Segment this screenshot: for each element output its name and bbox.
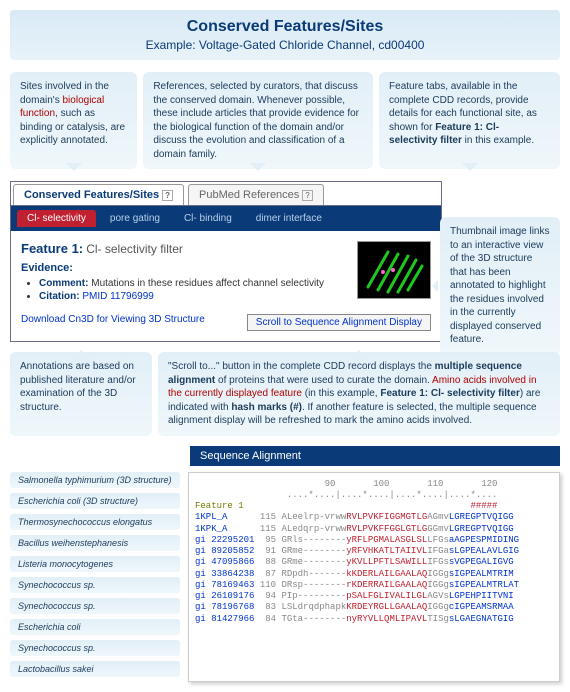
feature-number: Feature 1: (21, 241, 83, 256)
species-item: Synechococcus sp. (10, 577, 180, 593)
species-item: Escherichia coli (10, 619, 180, 635)
species-item: Listeria monocytogenes (10, 556, 180, 572)
alignment-display: 90 100 110 120 ....*....|....*....|....*… (188, 472, 560, 682)
help-icon[interactable]: ? (162, 190, 173, 201)
scroll-to-alignment-button[interactable]: Scroll to Sequence Alignment Display (247, 314, 431, 331)
page-subtitle: Example: Voltage-Gated Chloride Channel,… (18, 38, 552, 52)
species-item: Synechococcus sp. (10, 598, 180, 614)
callout-biological-function: Sites involved in the domain's biologica… (10, 72, 137, 169)
subtab-dimer-interface[interactable]: dimer interface (246, 210, 332, 227)
species-list: Salmonella typhimurium (3D structure) Esc… (10, 472, 180, 682)
subtab-pore-gating[interactable]: pore gating (100, 210, 170, 227)
subtab-cl-binding[interactable]: Cl- binding (174, 210, 242, 227)
header-band: Conserved Features/Sites Example: Voltag… (10, 10, 560, 60)
evidence-comment: Comment: Mutations in these residues aff… (39, 278, 347, 289)
download-cn3d-link[interactable]: Download Cn3D for Viewing 3D Structure (21, 314, 205, 331)
callout-references: References, selected by curators, that d… (143, 72, 373, 169)
feature-name: Cl- selectivity filter (86, 242, 183, 256)
species-item: Salmonella typhimurium (3D structure) (10, 472, 180, 488)
callout-feature-tabs: Feature tabs, available in the complete … (379, 72, 560, 169)
tab-conserved-features[interactable]: Conserved Features/Sites? (13, 184, 184, 205)
species-item: Bacillus weihenstephanesis (10, 535, 180, 551)
evidence-citation: Citation: PMID 11796999 (39, 291, 347, 302)
features-panel: Conserved Features/Sites? PubMed Referen… (10, 181, 442, 342)
help-icon[interactable]: ? (302, 190, 312, 201)
pmid-link[interactable]: PMID 11796999 (82, 291, 154, 302)
outer-tabs: Conserved Features/Sites? PubMed Referen… (11, 182, 441, 206)
callout-scroll-to: "Scroll to..." button in the complete CD… (158, 352, 560, 436)
species-item: Thermosynechococcus elongatus (10, 514, 180, 530)
page-title: Conserved Features/Sites (18, 18, 552, 36)
species-item: Synechococcus sp. (10, 640, 180, 656)
tab-pubmed-references[interactable]: PubMed References? (188, 184, 324, 205)
species-item: Escherichia coli (3D structure) (10, 493, 180, 509)
species-item: Lactobacillus sakei (10, 661, 180, 677)
callout-annotations: Annotations are based on published liter… (10, 352, 152, 436)
sequence-alignment-band: Sequence Alignment (190, 446, 560, 466)
feature-subtabs: Cl- selectivity pore gating Cl- binding … (11, 206, 441, 231)
evidence-heading: Evidence: (21, 262, 347, 274)
callout-thumbnail: Thumbnail image links to an interactive … (440, 217, 560, 355)
subtab-cl-selectivity[interactable]: Cl- selectivity (17, 210, 96, 227)
structure-thumbnail[interactable] (357, 241, 431, 299)
